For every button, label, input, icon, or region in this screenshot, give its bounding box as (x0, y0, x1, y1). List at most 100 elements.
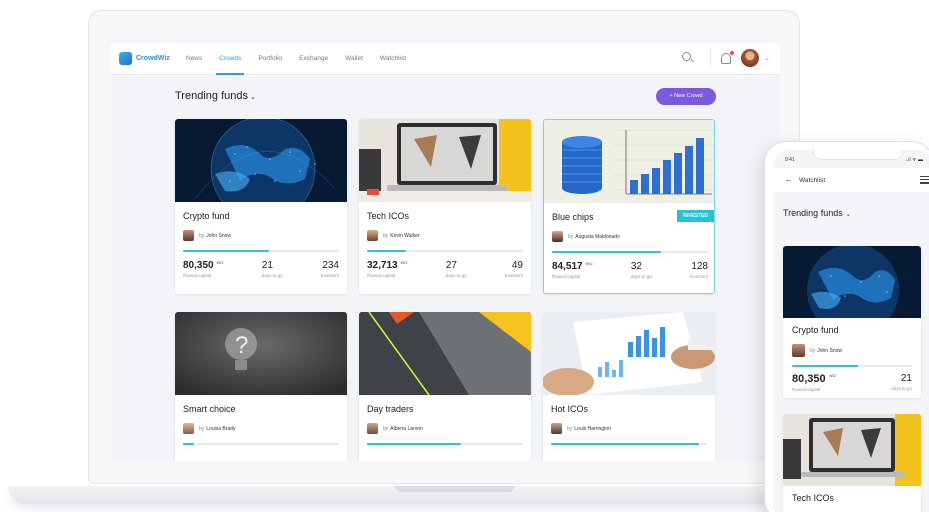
nav-news[interactable]: News (186, 43, 202, 75)
search-icon[interactable] (682, 52, 694, 64)
fund-card-smart-choice[interactable]: ? Smart choice by Louisa Brady (175, 312, 347, 461)
owner-by: by (383, 425, 389, 432)
raised-capital-label: Raised capital (552, 274, 581, 279)
card-owner: by Louis Harrington (551, 423, 611, 434)
currency-unit: WIZ (400, 260, 408, 265)
raised-capital-value: 32,713 (367, 260, 398, 271)
notification-bell-icon[interactable] (721, 50, 735, 64)
fund-card-crypto[interactable]: Crypto fund by John Snow 80,350 WIZ Raise… (175, 119, 347, 294)
section-title: Trending funds (175, 90, 248, 102)
funding-progress-bar (552, 251, 708, 253)
fund-card-day-traders[interactable]: Day traders by Alberta Larson (359, 312, 531, 461)
phone-section-title: Trending funds (783, 208, 843, 218)
owner-name[interactable]: Kevin Walker (390, 233, 419, 239)
currency-unit: WIZ (828, 373, 837, 378)
owner-name[interactable]: Alberta Larson (390, 426, 423, 432)
progress-fill (367, 443, 461, 445)
analytics-report-image (543, 312, 715, 395)
days-label: days to go (445, 273, 467, 278)
chevron-down-icon[interactable]: ⌄ (764, 54, 770, 62)
card-stats: 80,350 WIZ Raised capital 21 days to go 23… (183, 260, 339, 278)
progress-fill (183, 443, 194, 445)
currency-unit: WIZ (216, 260, 224, 265)
phone-notch (813, 150, 903, 160)
phone-fund-card-crypto[interactable]: Crypto fund by John Snow 80,350 WIZ Raise… (783, 246, 921, 398)
app-logo[interactable]: CrowdWiz (119, 52, 170, 65)
card-owner: by John Snow (183, 230, 231, 241)
owner-avatar (183, 423, 194, 434)
owner-avatar (183, 230, 194, 241)
days-label: days to go (261, 273, 283, 278)
funding-progress-bar (367, 443, 523, 445)
days-value: 32 (630, 261, 642, 272)
raised-capital-label: Raised capital (183, 273, 212, 278)
owner-name[interactable]: John Snow (817, 348, 842, 354)
abstract-geometric-image (359, 312, 531, 395)
card-owner: by John Snow (792, 344, 842, 357)
raised-capital-value: 80,350 (183, 260, 214, 271)
card-owner: by Louisa Brady (183, 423, 235, 434)
investors-value: 49 (511, 260, 523, 271)
nav-crowds[interactable]: Crowds (216, 43, 245, 75)
nav-wallet[interactable]: Wallet (345, 43, 363, 75)
owner-name[interactable]: Augusta Maldonado (575, 234, 619, 240)
days-label: days to go (630, 274, 652, 279)
globe-network-image (175, 119, 347, 202)
owner-by: by (199, 425, 205, 432)
owner-name[interactable]: Louis Harrington (574, 426, 611, 432)
fund-card-hot-icos[interactable]: Hot ICOs by Louis Harrington (543, 312, 715, 461)
owner-avatar (792, 344, 805, 357)
raised-capital-value: 80,350 (792, 373, 826, 385)
main-nav: News Crowds Portfolio Exchange Wallet Wa… (186, 43, 423, 75)
laptop-notch (395, 486, 515, 492)
laptop-workspace-image (359, 119, 531, 202)
nav-watchlist[interactable]: Watchlist (380, 43, 406, 75)
progress-fill (367, 250, 406, 252)
days-value: 21 (900, 373, 912, 384)
user-avatar[interactable] (741, 49, 760, 67)
nav-portfolio[interactable]: Portfolio (258, 43, 282, 75)
lightbulb-image: ? (175, 312, 347, 395)
owner-by: by (810, 347, 816, 354)
nav-exchange[interactable]: Exchange (299, 43, 328, 75)
days-label: days to go (891, 386, 912, 391)
phone-screen: 9:41 ..ıl ᯤ ▬ ← Watchlist Trending funds… (773, 150, 929, 512)
owner-by: by (383, 232, 389, 239)
progress-fill (183, 250, 269, 252)
owner-name[interactable]: John Snow (206, 233, 231, 239)
owner-by: by (567, 425, 573, 432)
owner-avatar (367, 230, 378, 241)
back-arrow-icon[interactable]: ← (785, 175, 793, 184)
card-title: Day traders (367, 404, 414, 414)
fund-card-tech-icos[interactable]: Tech ICOs by Kevin Walker 32,713 WIZ Rais… (359, 119, 531, 294)
card-owner: by Alberta Larson (367, 423, 423, 434)
top-navigation-bar: CrowdWiz News Crowds Portfolio Exchange … (111, 43, 780, 75)
phone-header: ← Watchlist (773, 168, 929, 192)
trending-funds-dropdown[interactable]: Trending funds ⌄ (175, 90, 256, 102)
new-crowd-button[interactable]: + New Crowd (656, 88, 716, 105)
hamburger-menu-icon[interactable] (920, 176, 929, 186)
card-title: Hot ICOs (551, 404, 589, 414)
owner-avatar (551, 423, 562, 434)
card-owner: by Kevin Walker (367, 230, 420, 241)
days-value: 21 (261, 260, 273, 271)
raised-capital-value: 84,517 (552, 261, 583, 272)
investors-label: Investors (320, 273, 339, 278)
owner-by: by (568, 233, 574, 240)
fund-card-blue-chips[interactable]: INVESTED Blue chips by Augusta Maldonado… (543, 119, 715, 294)
raised-capital-label: Raised capital (792, 387, 821, 392)
coins-chart-image (544, 120, 714, 203)
card-stats: 84,517 WIZ Raised capital 32 days to go 12… (552, 261, 708, 279)
phone-trending-dropdown[interactable]: Trending funds ⌄ (783, 208, 851, 218)
chevron-down-icon: ⌄ (249, 94, 256, 101)
status-time: 9:41 (785, 157, 795, 163)
phone-fund-card-tech-icos[interactable]: Tech ICOs (783, 414, 921, 512)
investors-value: 128 (691, 261, 708, 272)
investors-label: Investors (689, 274, 708, 279)
owner-name[interactable]: Louisa Brady (206, 426, 235, 432)
owner-by: by (199, 232, 205, 239)
owner-avatar (552, 231, 563, 242)
funding-progress-bar (183, 443, 339, 445)
progress-fill (552, 251, 662, 253)
globe-network-image (783, 246, 921, 318)
